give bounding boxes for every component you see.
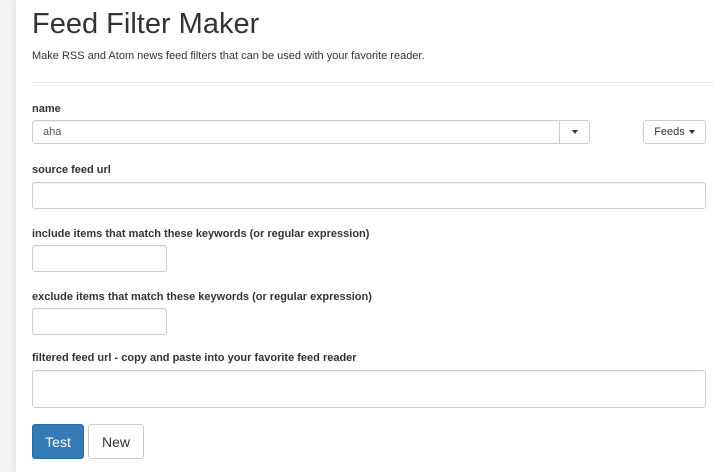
feeds-button-label: Feeds <box>654 126 685 138</box>
name-label: name <box>32 103 61 115</box>
caret-down-icon <box>571 130 578 134</box>
caret-down-icon <box>688 130 695 134</box>
source-feed-url-label: source feed url <box>32 164 111 176</box>
header-divider <box>32 82 714 83</box>
feeds-dropdown-button[interactable]: Feeds <box>643 120 706 144</box>
new-button[interactable]: New <box>88 424 144 459</box>
filtered-feed-url-input[interactable] <box>32 370 706 408</box>
include-keywords-label: include items that match these keywords … <box>32 228 370 240</box>
page-title: Feed Filter Maker <box>32 8 260 40</box>
exclude-keywords-label: exclude items that match these keywords … <box>32 291 372 303</box>
source-feed-url-input[interactable] <box>32 182 706 209</box>
test-button[interactable]: Test <box>32 424 84 459</box>
name-input[interactable] <box>32 120 560 144</box>
name-dropdown-toggle[interactable] <box>559 120 590 144</box>
filtered-feed-url-label: filtered feed url - copy and paste into … <box>32 352 357 364</box>
include-keywords-input[interactable] <box>32 245 167 272</box>
page-subtitle: Make RSS and Atom news feed filters that… <box>32 50 425 62</box>
main-panel: Feed Filter Maker Make RSS and Atom news… <box>16 0 714 472</box>
exclude-keywords-input[interactable] <box>32 308 167 335</box>
